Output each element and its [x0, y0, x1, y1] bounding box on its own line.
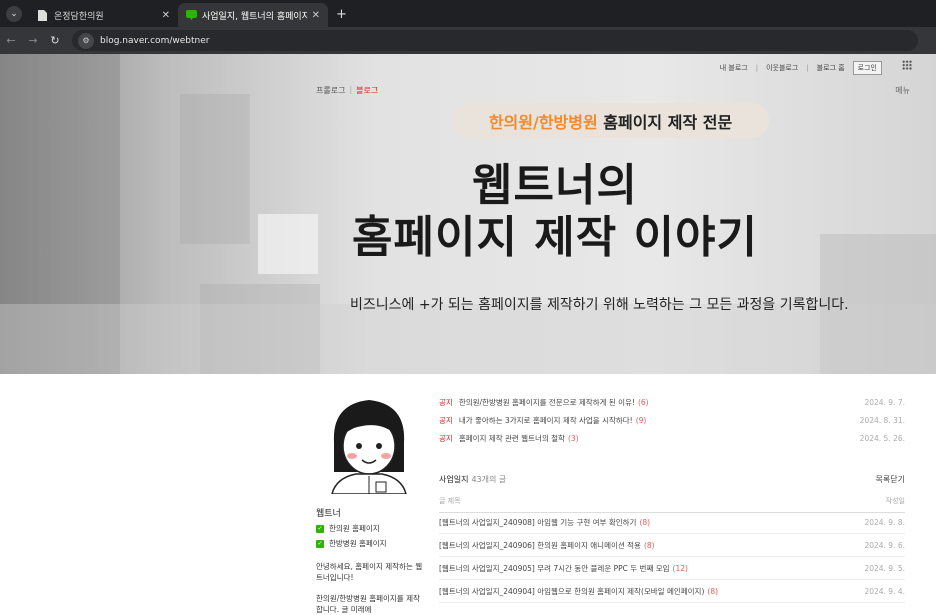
tab-title: 온정담한의원 [54, 11, 104, 22]
tab-blog[interactable]: 블로그 [356, 85, 378, 96]
blog-content: 웹트너 ✓ 한의원 홈페이지 ✓ 한방병원 홈페이지 안녕하세요, 홈페이지 제… [0, 374, 936, 614]
category-label: 한방병원 홈페이지 [329, 539, 387, 548]
forward-icon[interactable]: → [22, 34, 44, 47]
post-title[interactable]: [웹트너의 사업일지_240905] 무려 7시간 동안 블레운 PPC 두 번… [439, 563, 864, 574]
list-item[interactable]: [웹트너의 사업일지_240905] 무려 7시간 동안 블레운 PPC 두 번… [439, 557, 905, 580]
document-icon [38, 9, 48, 21]
post-title[interactable]: [웹트너의 사업일지_240906] 한의원 홈페이지 애니메이션 적용 (8) [439, 540, 864, 551]
notice-tag: 공지 [439, 397, 453, 407]
headline-line-2: 홈페이지 제작 이야기 [352, 212, 758, 263]
blog-hero-banner: 내 블로그 | 이웃블로그 | 블로그 홈 로그인 프롤로그 | 블로그 메뉴 … [0, 54, 936, 374]
notice-item[interactable]: 공지 홈페이지 제작 관련 웹트너의 철학 (3) 2024. 5. 26. [439, 429, 905, 447]
post-date: 2024. 9. 6. [864, 540, 905, 550]
notice-date: 2024. 8. 31. [859, 415, 905, 425]
tab-search-icon[interactable]: ⌄ [6, 6, 22, 22]
neighbor-blog-link[interactable]: 이웃블로그 [766, 63, 798, 73]
notice-title[interactable]: 홈페이지 제작 관련 웹트너의 철학 (3) [459, 433, 860, 444]
notice-item[interactable]: 공지 한의원/한방병원 홈페이지를 전문으로 제작하게 된 이유! (6) 202… [439, 393, 905, 411]
notice-item[interactable]: 공지 내가 좋아하는 3가지로 홈페이지 제작 사업을 시작하다! (9) 202… [439, 411, 905, 429]
post-date: 2024. 9. 5. [864, 563, 905, 573]
post-list: [웹트너의 사업일지_240908] 아임웹 기능 구현 여부 확인하기 (8) … [439, 511, 905, 603]
url-text: blog.naver.com/webtner [100, 35, 210, 46]
notice-tag: 공지 [439, 433, 453, 443]
category-item[interactable]: ✓ 한의원 홈페이지 [316, 523, 426, 534]
list-item[interactable]: [웹트너의 사업일지_240908] 아임웹 기능 구현 여부 확인하기 (8) … [439, 511, 905, 534]
checkbox-icon: ✓ [316, 524, 324, 533]
notice-date: 2024. 9. 7. [864, 397, 905, 407]
blog-headline: 웹트너의 홈페이지 제작 이야기 [300, 160, 810, 264]
notice-list: 공지 한의원/한방병원 홈페이지를 전문으로 제작하게 된 이유! (6) 202… [439, 393, 905, 447]
post-date: 2024. 9. 8. [864, 517, 905, 527]
post-title[interactable]: [웹트너의 사업일지_240904] 아임웹으로 한의원 홈페이지 제작(모바일… [439, 586, 864, 597]
comment-count: (8) [639, 517, 651, 527]
list-item[interactable]: [웹트너의 사업일지_240904] 아임웹으로 한의원 홈페이지 제작(모바일… [439, 580, 905, 603]
site-info-icon[interactable]: ⚙ [78, 32, 94, 49]
category-label: 한의원 홈페이지 [329, 524, 380, 533]
avatar[interactable] [324, 394, 414, 495]
profile-intro: 안녕하세요, 홈페이지 제작하는 웹트너입니다! [316, 562, 423, 582]
post-list-header: 사업일지 43개의 글 목록닫기 [439, 474, 905, 485]
category-item[interactable]: ✓ 한방병원 홈페이지 [316, 538, 426, 549]
headline-line-1: 웹트너의 [472, 160, 638, 211]
browser-tab-1[interactable]: 온정담한의원 ✕ [30, 3, 178, 27]
post-count: 43개의 글 [471, 475, 507, 484]
notice-title[interactable]: 한의원/한방병원 홈페이지를 전문으로 제작하게 된 이유! (6) [459, 397, 865, 408]
checkbox-icon: ✓ [316, 539, 324, 548]
profile-intro-2: 한의원/한방병원 홈페이지를 제작합니다. 글 미래에 [316, 594, 420, 614]
specialty-pill: 한의원/한방병원 홈페이지 제작 전문 [452, 103, 769, 138]
column-date: 작성일 [885, 497, 905, 505]
pill-highlight: 한의원/한방병원 [488, 112, 598, 132]
tab-title: 사업일지, 웹트너의 홈페이지 제 [202, 11, 308, 22]
browser-tab-2[interactable]: 사업일지, 웹트너의 홈페이지 제 ✕ [178, 3, 328, 27]
blog-favicon-icon [186, 9, 197, 21]
new-tab-button[interactable]: + [336, 7, 347, 22]
blog-tabs: 프롤로그 | 블로그 [316, 85, 379, 96]
close-list-button[interactable]: 목록닫기 [876, 474, 905, 485]
blog-subtitle: 비즈니스에 +가 되는 홈페이지를 제작하기 위해 노력하는 그 모든 과정을 … [350, 297, 849, 313]
address-bar: ← → ↻ ⚙ blog.naver.com/webtner [0, 27, 936, 54]
post-title[interactable]: [웹트너의 사업일지_240908] 아임웹 기능 구현 여부 확인하기 (8) [439, 517, 864, 528]
top-links: 내 블로그 | 이웃블로그 | 블로그 홈 로그인 [720, 61, 904, 75]
apps-grid-icon[interactable] [902, 60, 912, 70]
close-tab-icon[interactable]: ✕ [312, 10, 320, 21]
notice-date: 2024. 5. 26. [859, 433, 905, 443]
comment-count: (9) [635, 415, 647, 425]
post-date: 2024. 9. 4. [864, 586, 905, 596]
column-title: 글 제목 [439, 497, 461, 505]
tab-prologue[interactable]: 프롤로그 [316, 85, 345, 96]
category-title[interactable]: 사업일지 [439, 474, 468, 485]
comment-count: (8) [643, 540, 655, 550]
list-item[interactable]: [웹트너의 사업일지_240906] 한의원 홈페이지 애니메이션 적용 (8) … [439, 534, 905, 557]
my-blog-link[interactable]: 내 블로그 [720, 63, 748, 73]
comment-count: (12) [672, 563, 688, 573]
url-input[interactable]: ⚙ blog.naver.com/webtner [72, 30, 918, 51]
back-icon[interactable]: ← [0, 34, 22, 47]
notice-title[interactable]: 내가 좋아하는 3가지로 홈페이지 제작 사업을 시작하다! (9) [459, 415, 860, 426]
comment-count: (6) [637, 397, 649, 407]
notice-tag: 공지 [439, 415, 453, 425]
browser-tab-bar: ⌄ 온정담한의원 ✕ 사업일지, 웹트너의 홈페이지 제 ✕ + [0, 0, 936, 27]
pill-text: 홈페이지 제작 전문 [597, 112, 733, 132]
profile-name[interactable]: 웹트너 [316, 506, 426, 519]
login-button[interactable]: 로그인 [852, 61, 882, 75]
reload-icon[interactable]: ↻ [44, 34, 66, 47]
menu-button[interactable]: 메뉴 [895, 85, 910, 96]
close-tab-icon[interactable]: ✕ [162, 10, 170, 21]
blog-home-link[interactable]: 블로그 홈 [817, 63, 845, 73]
profile-panel: 웹트너 ✓ 한의원 홈페이지 ✓ 한방병원 홈페이지 안녕하세요, 홈페이지 제… [316, 394, 426, 615]
comment-count: (8) [707, 586, 719, 596]
comment-count: (3) [567, 433, 579, 443]
